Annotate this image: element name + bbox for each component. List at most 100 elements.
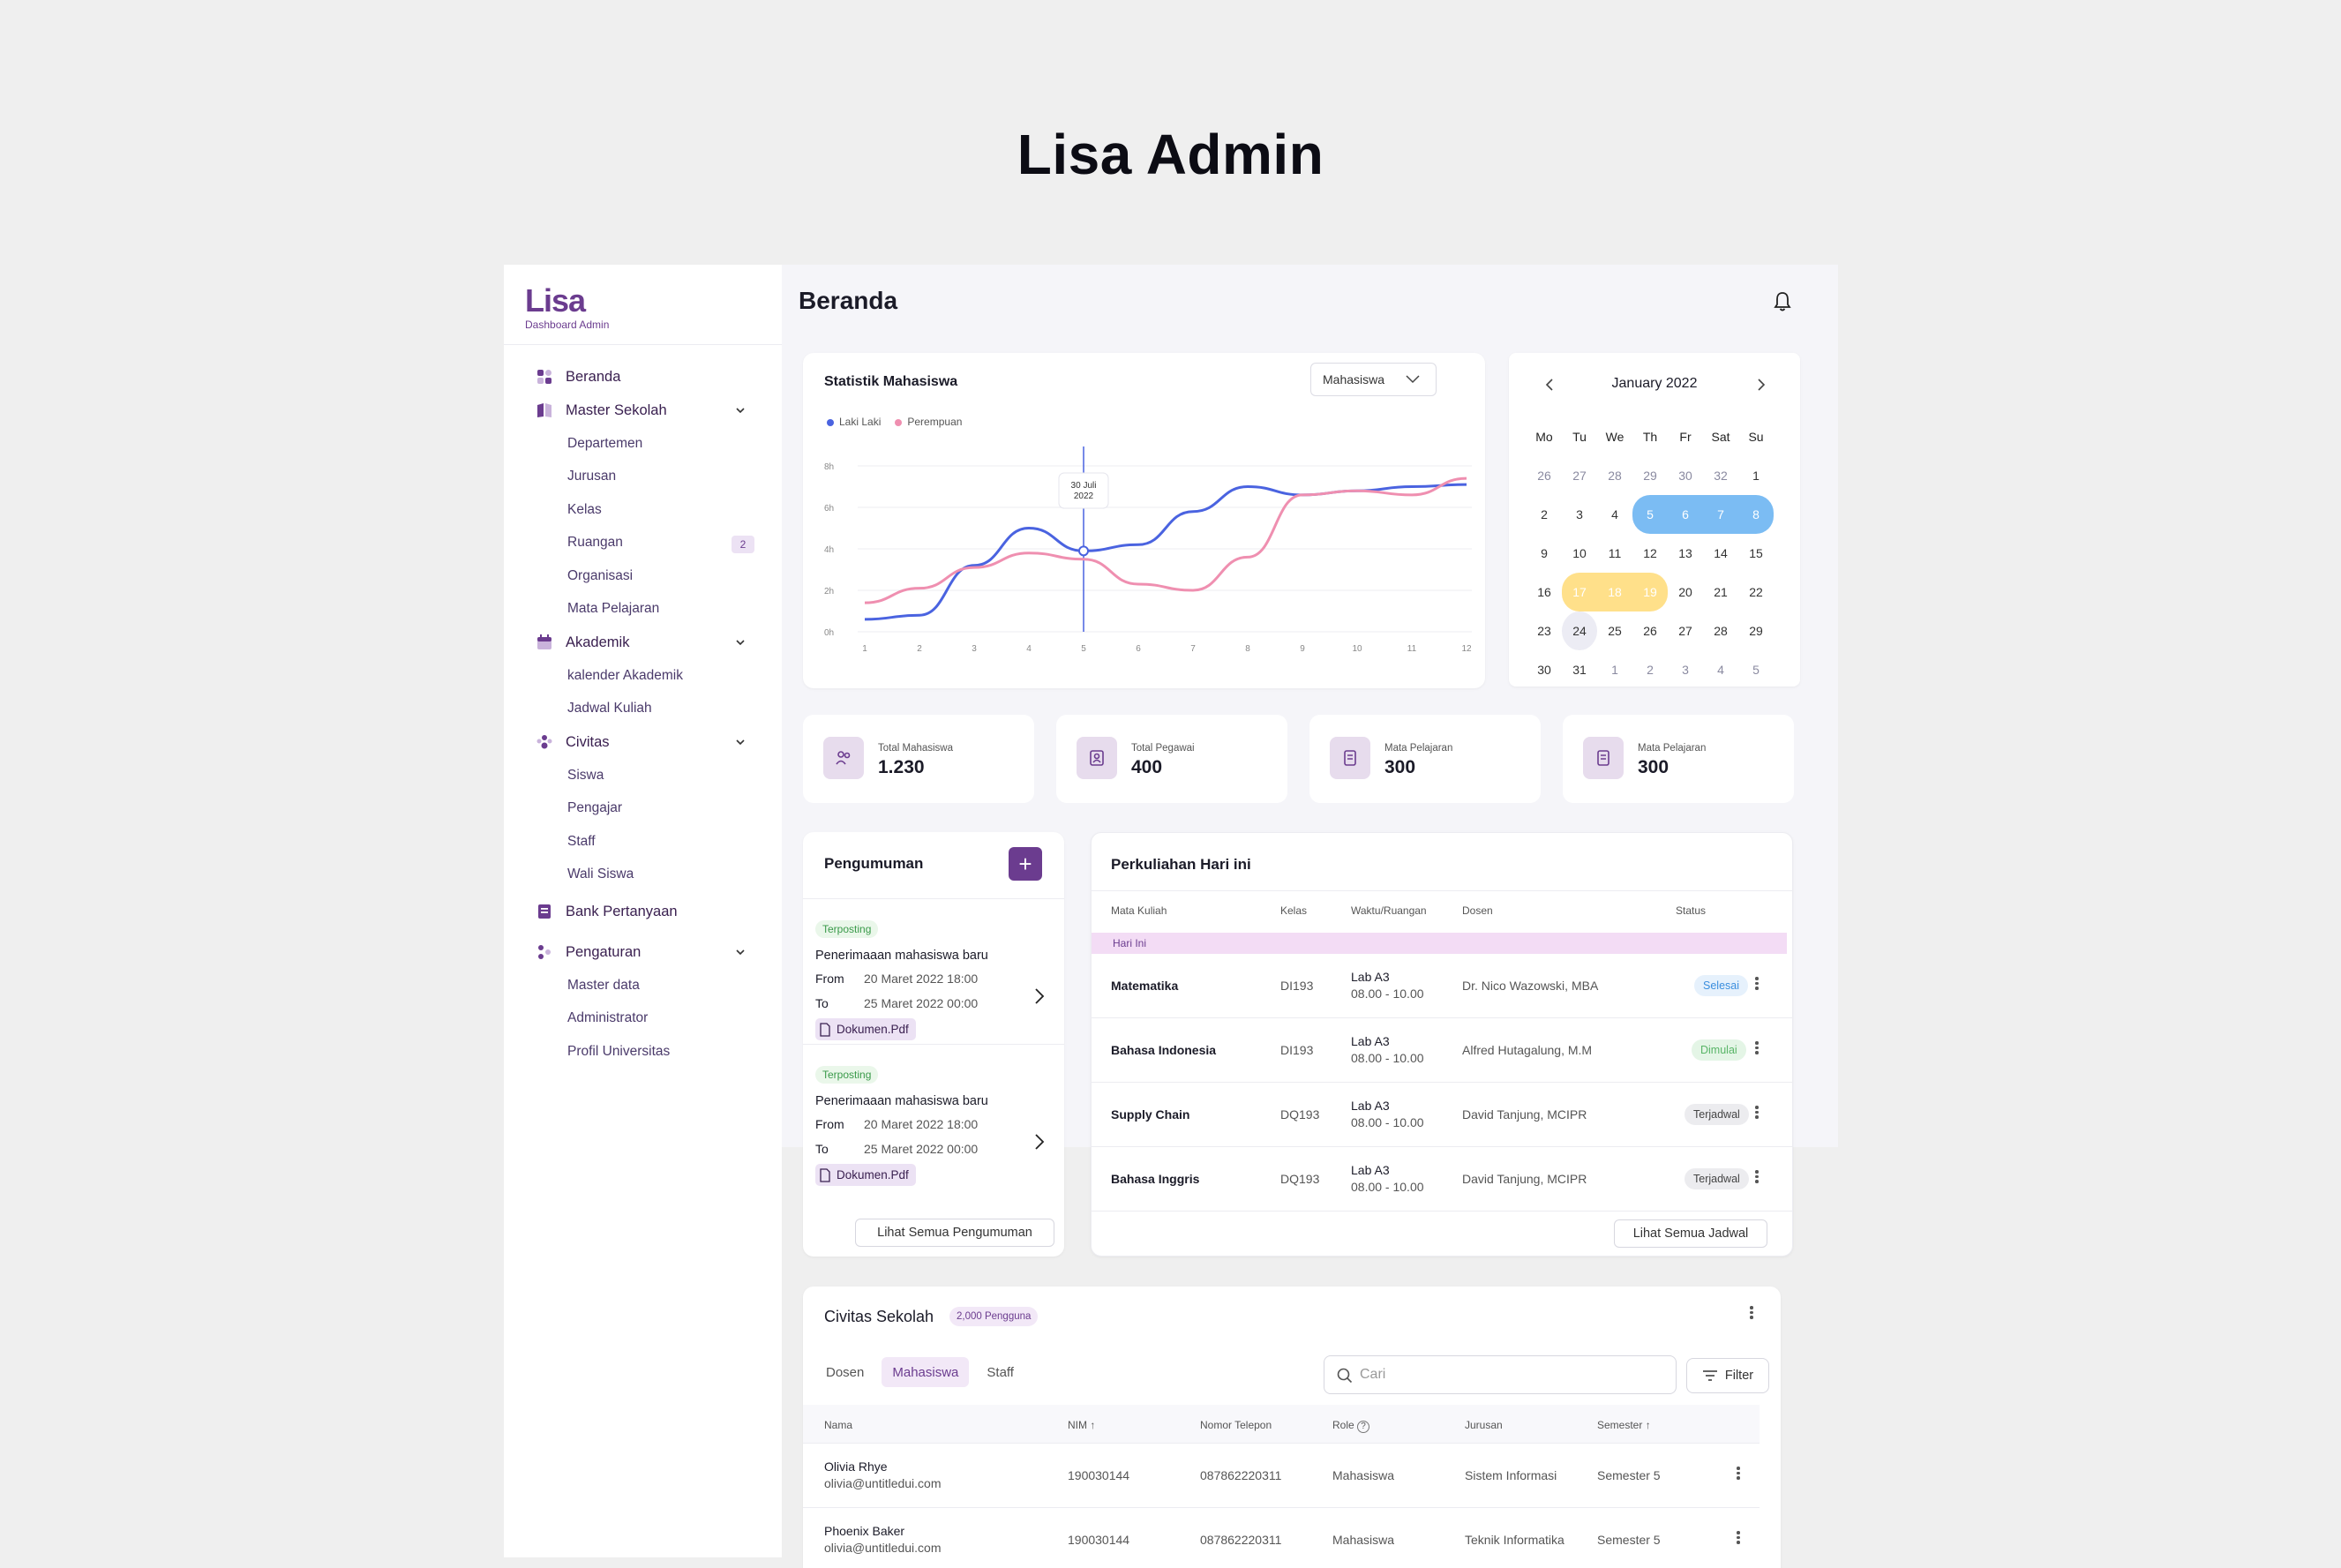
calendar-day[interactable]: 24 — [1562, 611, 1597, 650]
tab-staff[interactable]: Staff — [976, 1357, 1024, 1387]
calendar-day[interactable]: 13 — [1668, 534, 1703, 573]
calendar-day[interactable]: 26 — [1527, 456, 1562, 495]
chevron-right-icon[interactable] — [1034, 1133, 1045, 1151]
calendar-day[interactable]: 1 — [1738, 456, 1774, 495]
table-row[interactable]: Bahasa Indonesia DI193 Lab A3 08.00 - 10… — [1092, 1018, 1793, 1083]
calendar-day[interactable]: 29 — [1632, 456, 1668, 495]
sidebar-subitem-ruangan[interactable]: Ruangan 2 — [504, 527, 782, 560]
calendar-day[interactable]: 9 — [1527, 534, 1562, 573]
sidebar-subitem-master-data[interactable]: Master data — [504, 969, 782, 1002]
calendar-day[interactable]: 4 — [1597, 495, 1632, 534]
calendar-day[interactable]: 25 — [1597, 611, 1632, 650]
calendar-day[interactable]: 5 — [1632, 495, 1668, 534]
calendar-day[interactable]: 27 — [1668, 611, 1703, 650]
sidebar-item-civitas[interactable]: Civitas — [504, 725, 782, 759]
calendar-day[interactable]: 5 — [1738, 650, 1774, 689]
calendar-day[interactable]: 28 — [1703, 611, 1738, 650]
sidebar-subitem-jadwal[interactable]: Jadwal Kuliah — [504, 693, 782, 726]
chevron-down-icon[interactable] — [735, 405, 746, 416]
filter-button[interactable]: Filter — [1686, 1358, 1769, 1393]
sidebar-subitem-pengajar[interactable]: Pengajar — [504, 792, 782, 826]
sidebar-subitem-organisasi[interactable]: Organisasi — [504, 559, 782, 593]
calendar-day[interactable]: 8 — [1738, 495, 1774, 534]
calendar-day[interactable]: 14 — [1703, 534, 1738, 573]
table-row[interactable]: Phoenix Baker olivia@untitledui.com 1900… — [803, 1508, 1760, 1568]
table-row[interactable]: Olivia Rhye olivia@untitledui.com 190030… — [803, 1444, 1760, 1508]
more-options-icon[interactable] — [1737, 1465, 1740, 1482]
sidebar-subitem-kelas[interactable]: Kelas — [504, 493, 782, 527]
calendar-day[interactable]: 12 — [1632, 534, 1668, 573]
chevron-right-icon[interactable] — [1034, 987, 1045, 1005]
chevron-right-icon[interactable] — [1752, 377, 1768, 393]
announcement-item[interactable]: Terposting Penerimaaan mahasiswa baru Fr… — [803, 1044, 1064, 1189]
sidebar-item-bank-pertanyaan[interactable]: Bank Pertanyaan — [504, 895, 782, 928]
calendar-day[interactable]: 19 — [1632, 573, 1668, 611]
sidebar-subitem-administrator[interactable]: Administrator — [504, 1002, 782, 1036]
table-row[interactable]: Matematika DI193 Lab A3 08.00 - 10.00 Dr… — [1092, 954, 1793, 1018]
calendar-day[interactable]: 32 — [1703, 456, 1738, 495]
calendar-day[interactable]: 6 — [1668, 495, 1703, 534]
sidebar-subitem-siswa[interactable]: Siswa — [504, 759, 782, 792]
sidebar-subitem-profil[interactable]: Profil Universitas — [504, 1035, 782, 1069]
tab-mahasiswa[interactable]: Mahasiswa — [882, 1357, 970, 1387]
calendar-day[interactable]: 15 — [1738, 534, 1774, 573]
more-options-icon[interactable] — [1750, 1304, 1753, 1321]
calendar-day[interactable]: 22 — [1738, 573, 1774, 611]
calendar-day[interactable]: 26 — [1632, 611, 1668, 650]
calendar-day[interactable]: 17 — [1562, 573, 1597, 611]
add-announcement-button[interactable]: + — [1009, 847, 1042, 881]
chevron-down-icon[interactable] — [735, 947, 746, 957]
table-row[interactable]: Bahasa Inggris DQ193 Lab A3 08.00 - 10.0… — [1092, 1147, 1793, 1212]
calendar-day[interactable]: 7 — [1703, 495, 1738, 534]
more-options-icon[interactable] — [1737, 1529, 1740, 1546]
table-row[interactable]: Supply Chain DQ193 Lab A3 08.00 - 10.00 … — [1092, 1083, 1793, 1147]
calendar-day[interactable]: 29 — [1738, 611, 1774, 650]
filter-label: Filter — [1724, 1369, 1754, 1383]
view-all-announcements-button[interactable]: Lihat Semua Pengumuman — [855, 1219, 1054, 1247]
sidebar-subitem-departemen[interactable]: Departemen — [504, 427, 782, 461]
bell-icon[interactable] — [1770, 289, 1795, 314]
calendar-day[interactable]: 11 — [1597, 534, 1632, 573]
announcement-item[interactable]: Terposting Penerimaaan mahasiswa baru Fr… — [803, 898, 1064, 1044]
document-attachment[interactable]: Dokumen.Pdf — [815, 1164, 916, 1186]
more-options-icon[interactable] — [1755, 975, 1759, 992]
calendar-day[interactable]: 18 — [1597, 573, 1632, 611]
calendar-day[interactable]: 20 — [1668, 573, 1703, 611]
column-header[interactable]: NIM ↑ — [1068, 1419, 1095, 1431]
document-attachment[interactable]: Dokumen.Pdf — [815, 1018, 916, 1040]
more-options-icon[interactable] — [1755, 1168, 1759, 1185]
sidebar-item-pengaturan[interactable]: Pengaturan — [504, 935, 782, 969]
calendar-day[interactable]: 31 — [1562, 650, 1597, 689]
calendar-day[interactable]: 30 — [1527, 650, 1562, 689]
calendar-day[interactable]: 28 — [1597, 456, 1632, 495]
sidebar-subitem-kalender[interactable]: kalender Akademik — [504, 659, 782, 693]
calendar-day[interactable]: 21 — [1703, 573, 1738, 611]
sidebar-subitem-mata-pelajaran[interactable]: Mata Pelajaran — [504, 593, 782, 626]
sidebar-item-akademik[interactable]: Akademik — [504, 626, 782, 659]
calendar-day[interactable]: 2 — [1527, 495, 1562, 534]
sidebar-item-master-sekolah[interactable]: Master Sekolah — [504, 394, 782, 427]
view-all-schedule-button[interactable]: Lihat Semua Jadwal — [1614, 1219, 1767, 1248]
more-options-icon[interactable] — [1755, 1039, 1759, 1056]
sidebar-subitem-staff[interactable]: Staff — [504, 825, 782, 859]
calendar-day[interactable]: 3 — [1562, 495, 1597, 534]
calendar-day[interactable]: 10 — [1562, 534, 1597, 573]
chevron-down-icon[interactable] — [735, 737, 746, 747]
search-input[interactable]: Cari — [1324, 1355, 1677, 1394]
column-header[interactable]: Semester ↑ — [1597, 1419, 1651, 1431]
calendar-day[interactable]: 4 — [1703, 650, 1738, 689]
help-icon[interactable]: ? — [1357, 1421, 1370, 1433]
sidebar-subitem-jurusan[interactable]: Jurusan — [504, 461, 782, 494]
calendar-day[interactable]: 1 — [1597, 650, 1632, 689]
sidebar-item-beranda[interactable]: Beranda — [504, 360, 782, 394]
calendar-day[interactable]: 2 — [1632, 650, 1668, 689]
tab-dosen[interactable]: Dosen — [815, 1357, 874, 1387]
calendar-day[interactable]: 30 — [1668, 456, 1703, 495]
chevron-down-icon[interactable] — [735, 637, 746, 648]
sidebar-subitem-wali-siswa[interactable]: Wali Siswa — [504, 859, 782, 892]
calendar-day[interactable]: 23 — [1527, 611, 1562, 650]
calendar-day[interactable]: 16 — [1527, 573, 1562, 611]
calendar-day[interactable]: 27 — [1562, 456, 1597, 495]
calendar-day[interactable]: 3 — [1668, 650, 1703, 689]
more-options-icon[interactable] — [1755, 1104, 1759, 1121]
